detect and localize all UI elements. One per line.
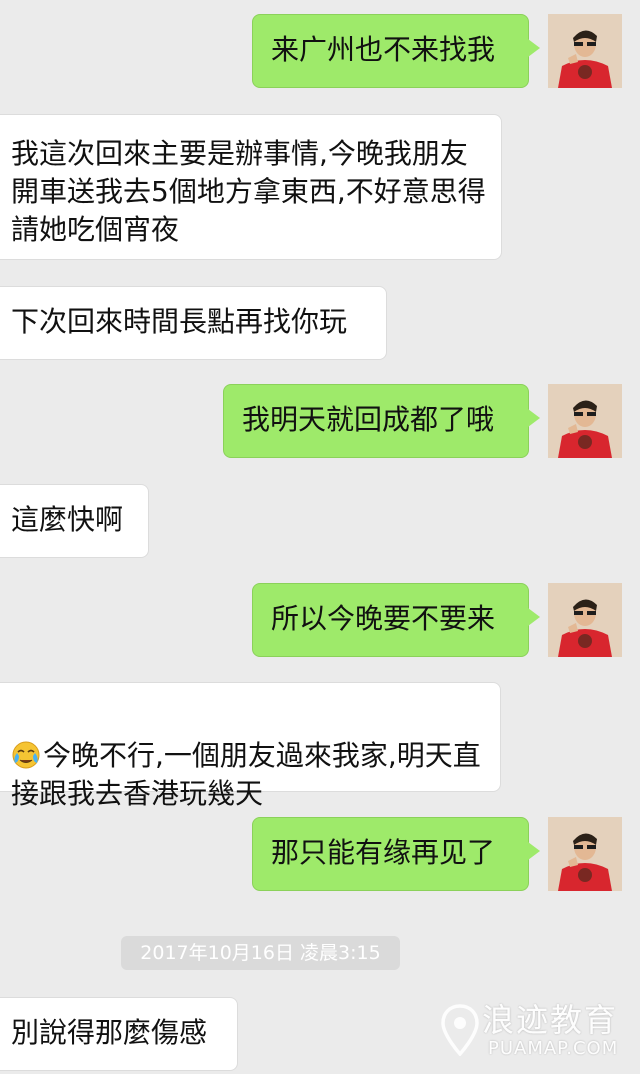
watermark-subtitle: PUAMAP.COM [488, 1038, 619, 1059]
avatar-portrait-icon [548, 14, 622, 88]
watermark: 浪迹教育 PUAMAP.COM [440, 1000, 630, 1066]
message-bubble-outgoing[interactable]: 所以今晚要不要来 [252, 583, 540, 657]
message-text: 今晚不行,一個朋友過來我家,明天直接跟我去香港玩幾天 [11, 739, 481, 810]
user-avatar[interactable] [548, 817, 622, 891]
avatar-portrait-icon [548, 384, 622, 458]
user-avatar[interactable] [548, 583, 622, 657]
crying-face-emoji-icon [12, 741, 40, 769]
message-bubble-incoming[interactable]: 今晚不行,一個朋友過來我家,明天直接跟我去香港玩幾天 [0, 682, 501, 810]
user-avatar[interactable] [548, 14, 622, 88]
avatar-portrait-icon [548, 817, 622, 891]
message-bubble-incoming[interactable]: 別說得那麼傷感 [0, 997, 238, 1071]
message-bubble-incoming[interactable]: 這麼快啊 [0, 484, 149, 558]
user-avatar[interactable] [548, 384, 622, 458]
message-bubble-outgoing[interactable]: 来广州也不来找我 [252, 14, 540, 88]
watermark-title: 浪迹教育 [482, 1001, 619, 1039]
message-bubble-incoming[interactable]: 我這次回來主要是辦事情,今晚我朋友開車送我去5個地方拿東西,不好意思得請她吃個宵… [0, 114, 502, 260]
map-pin-logo-icon [441, 1004, 479, 1056]
avatar-portrait-icon [548, 583, 622, 657]
message-timestamp: 2017年10月16日 凌晨3:15 [121, 936, 400, 970]
message-bubble-outgoing[interactable]: 我明天就回成都了哦 [223, 384, 540, 458]
message-bubble-outgoing[interactable]: 那只能有缘再见了 [252, 817, 540, 891]
message-bubble-incoming[interactable]: 下次回來時間長點再找你玩 [0, 286, 387, 360]
